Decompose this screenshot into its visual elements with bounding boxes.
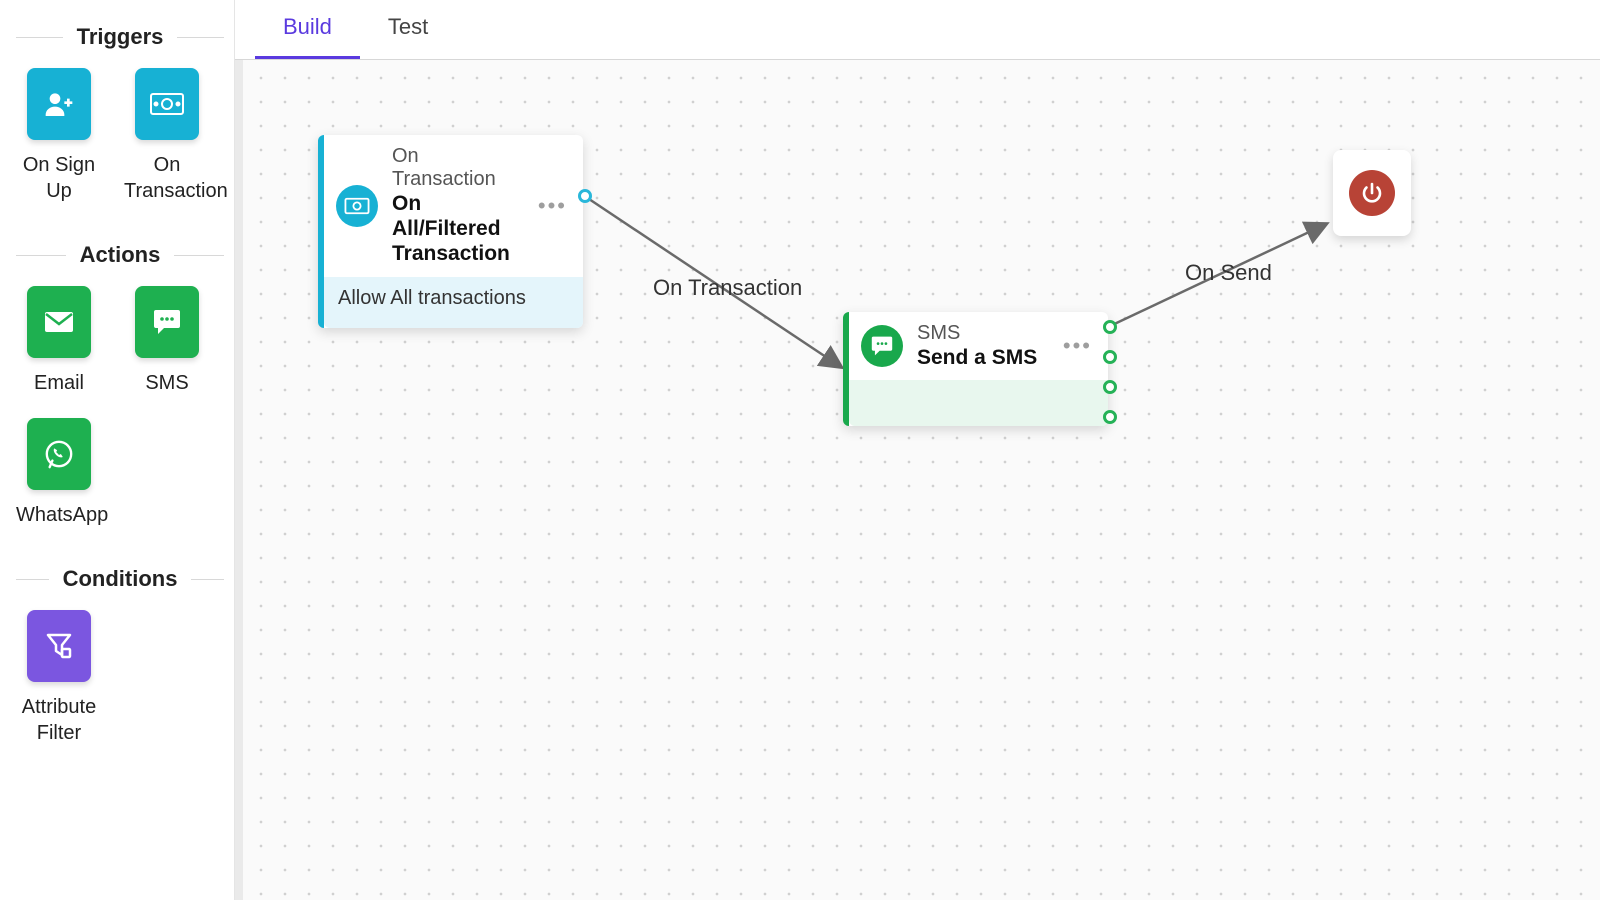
- edge-label-on-send: On Send: [1185, 260, 1272, 286]
- tile-on-sign-up[interactable]: On Sign Up: [16, 68, 102, 204]
- tab-test[interactable]: Test: [360, 0, 456, 59]
- user-plus-icon: [27, 68, 91, 140]
- section-title-label: Conditions: [63, 566, 178, 592]
- workflow-tabs: Build Test: [235, 0, 1600, 60]
- section-title-conditions: Conditions: [16, 566, 224, 592]
- edge-on-transaction: [583, 195, 841, 367]
- tile-label: Email: [16, 370, 102, 396]
- section-title-label: Triggers: [77, 24, 164, 50]
- whatsapp-icon: [27, 418, 91, 490]
- workspace: Build Test: [235, 0, 1600, 900]
- tiles-triggers: On Sign Up On Transaction: [10, 68, 224, 204]
- tile-on-transaction[interactable]: On Transaction: [124, 68, 210, 204]
- money-icon: [135, 68, 199, 140]
- app-root: Triggers On Sign Up On Transaction: [0, 0, 1600, 900]
- node-title-label: On All/Filtered Transaction: [392, 191, 520, 267]
- tab-build[interactable]: Build: [255, 0, 360, 59]
- tiles-conditions: Attribute Filter: [10, 610, 224, 746]
- output-port-3[interactable]: [1103, 380, 1117, 394]
- node-header: On Transaction On All/Filtered Transacti…: [324, 135, 583, 277]
- tile-label: WhatsApp: [16, 502, 102, 528]
- chat-icon: [135, 286, 199, 358]
- section-title-triggers: Triggers: [16, 24, 224, 50]
- power-icon: [1349, 170, 1395, 216]
- node-end[interactable]: [1333, 150, 1411, 236]
- output-port[interactable]: [578, 189, 592, 203]
- node-titles: SMS Send a SMS: [917, 322, 1045, 370]
- tile-email[interactable]: Email: [16, 286, 102, 396]
- output-port-4[interactable]: [1103, 410, 1117, 424]
- tile-label: Attribute Filter: [16, 694, 102, 746]
- envelope-icon: [27, 286, 91, 358]
- section-title-label: Actions: [80, 242, 161, 268]
- section-title-actions: Actions: [16, 242, 224, 268]
- edge-label-on-transaction: On Transaction: [653, 275, 802, 301]
- node-on-transaction[interactable]: On Transaction On All/Filtered Transacti…: [318, 135, 583, 328]
- node-type-label: SMS: [917, 322, 1045, 345]
- edge-on-send: [1108, 224, 1326, 327]
- node-titles: On Transaction On All/Filtered Transacti…: [392, 145, 520, 267]
- section-conditions: Conditions Attribute Filter: [10, 566, 224, 746]
- node-body: Allow All transactions: [324, 277, 583, 328]
- tile-label: SMS: [124, 370, 210, 396]
- tile-label: On Transaction: [124, 152, 210, 204]
- node-more-menu-icon[interactable]: •••: [534, 193, 571, 219]
- funnel-icon: [27, 610, 91, 682]
- node-more-menu-icon[interactable]: •••: [1059, 333, 1096, 359]
- node-type-label: On Transaction: [392, 145, 520, 191]
- node-sms[interactable]: SMS Send a SMS •••: [843, 312, 1108, 426]
- node-title-label: Send a SMS: [917, 345, 1045, 370]
- palette-sidebar: Triggers On Sign Up On Transaction: [0, 0, 235, 900]
- tiles-actions: Email SMS WhatsApp: [10, 286, 224, 528]
- node-body: [849, 380, 1108, 426]
- output-port-1[interactable]: [1103, 320, 1117, 334]
- output-port-2[interactable]: [1103, 350, 1117, 364]
- chat-icon: [861, 325, 903, 367]
- workflow-canvas[interactable]: On Transaction On All/Filtered Transacti…: [235, 60, 1600, 900]
- section-triggers: Triggers On Sign Up On Transaction: [10, 24, 224, 204]
- money-icon: [336, 185, 378, 227]
- section-actions: Actions Email SMS: [10, 242, 224, 528]
- node-header: SMS Send a SMS •••: [849, 312, 1108, 380]
- tile-whatsapp[interactable]: WhatsApp: [16, 418, 102, 528]
- tile-sms[interactable]: SMS: [124, 286, 210, 396]
- tile-attribute-filter[interactable]: Attribute Filter: [16, 610, 102, 746]
- tile-label: On Sign Up: [16, 152, 102, 204]
